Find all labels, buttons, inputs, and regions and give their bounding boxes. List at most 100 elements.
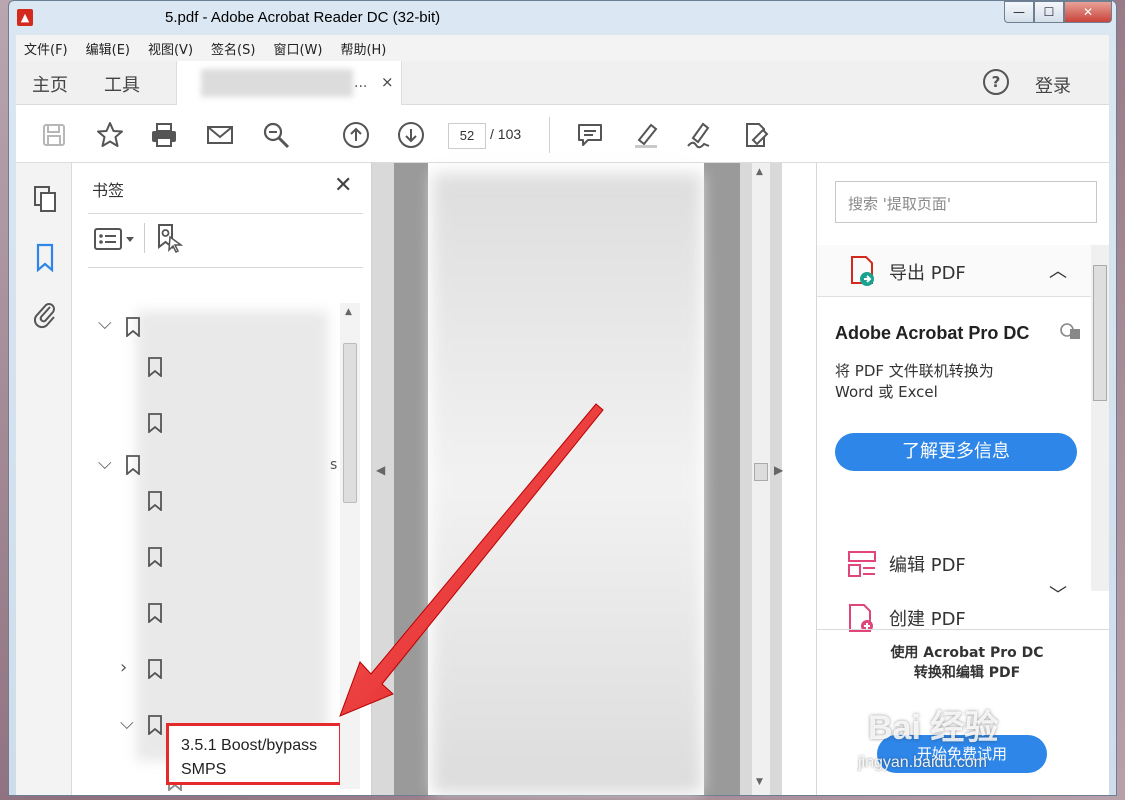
bookmark-flag-icon: [148, 357, 162, 377]
export-pdf-label: 导出 PDF: [889, 263, 966, 284]
close-window-button[interactable]: ✕: [1064, 1, 1112, 23]
scroll-thumb[interactable]: [754, 463, 768, 481]
toolbar-divider: [549, 117, 550, 153]
navigation-rail: [16, 163, 72, 795]
document-scrollbar[interactable]: ▲ ▼: [752, 163, 770, 795]
toolbar: 52 / 103: [16, 105, 1109, 163]
chevron-down-icon[interactable]: ⌵: [98, 313, 112, 334]
scroll-thumb[interactable]: [1093, 265, 1107, 401]
bookmark-partial-text: s: [330, 457, 338, 473]
new-bookmark-icon[interactable]: [154, 223, 184, 257]
sign-icon[interactable]: [684, 119, 716, 151]
bookmark-flag-icon: [148, 715, 162, 735]
edit-pdf-icon: [848, 551, 876, 577]
bookmark-label-line: 3.5.1 Boost/bypass: [181, 737, 318, 754]
divider: [144, 223, 145, 253]
scroll-up-arrow[interactable]: ▲: [345, 307, 352, 317]
save-icon[interactable]: [38, 119, 70, 151]
tab-document[interactable]: ... ×: [176, 61, 402, 105]
chevron-up-icon[interactable]: ︿: [1049, 257, 1067, 283]
page-thumbnails-icon[interactable]: [32, 185, 58, 215]
tab-tools[interactable]: 工具: [104, 71, 140, 97]
watermark: Bai 经验 jingyan.baidu.com: [854, 680, 1084, 790]
attachment-icon[interactable]: [32, 299, 58, 329]
title-bar: ▲ 5.pdf - Adobe Acrobat Reader DC (32-bi…: [9, 1, 1116, 35]
page-up-icon[interactable]: [340, 119, 372, 151]
menu-window[interactable]: 窗口(W): [273, 39, 322, 58]
pro-description-line: Word 或 Excel: [835, 383, 938, 401]
menu-file[interactable]: 文件(F): [24, 39, 68, 58]
page-total: / 103: [490, 126, 522, 142]
export-pdf-row[interactable]: 导出 PDF ︿: [817, 245, 1095, 297]
blurred-bookmark-text: [136, 311, 328, 761]
mail-icon[interactable]: [204, 119, 236, 151]
scroll-down-arrow[interactable]: ▼: [756, 777, 763, 787]
highlighted-bookmark-item[interactable]: 3.5.1 Boost/bypass SMPS: [166, 723, 342, 785]
zoom-icon[interactable]: [260, 119, 292, 151]
promo-text: 使用 Acrobat Pro DC 转换和编辑 PDF: [817, 643, 1117, 683]
divider: [817, 629, 1109, 630]
export-pdf-icon: [851, 256, 874, 286]
tab-close-button[interactable]: ×: [381, 73, 394, 91]
bookmark-options-icon[interactable]: [94, 227, 138, 255]
chevron-down-icon[interactable]: ﹀: [1049, 581, 1067, 607]
menu-view[interactable]: 视图(V): [148, 39, 193, 58]
tab-title-ellipsis: ...: [354, 75, 368, 91]
help-icon[interactable]: ?: [983, 69, 1009, 95]
pdf-icon: ▲: [17, 9, 33, 26]
document-view: ◀ ▲ ▼ ▶: [372, 163, 783, 795]
print-icon[interactable]: [148, 119, 180, 151]
bookmarks-scrollbar[interactable]: ▲: [340, 303, 360, 789]
bookmark-flag-icon: [148, 603, 162, 623]
window-title: 5.pdf - Adobe Acrobat Reader DC (32-bit): [165, 9, 441, 26]
create-pdf-label: 创建 PDF: [889, 609, 966, 630]
bookmark-flag-icon: [148, 413, 162, 433]
comment-icon[interactable]: [574, 119, 606, 151]
blurred-document-name: [201, 69, 353, 97]
menu-help[interactable]: 帮助(H): [340, 39, 386, 58]
bookmark-flag-icon: [148, 547, 162, 567]
window-controls: — ☐ ✕: [1004, 1, 1112, 23]
promo-line: 使用 Acrobat Pro DC: [890, 645, 1044, 661]
scroll-thumb[interactable]: [343, 343, 357, 503]
scroll-up-arrow[interactable]: ▲: [756, 167, 763, 177]
close-panel-button[interactable]: ✕: [334, 173, 352, 198]
divider: [88, 267, 363, 268]
pro-description-line: 将 PDF 文件联机转换为: [835, 362, 994, 380]
menu-bar: 文件(F) 编辑(E) 视图(V) 签名(S) 窗口(W) 帮助(H): [16, 35, 1109, 61]
watermark-logo: Bai 经验: [868, 709, 999, 747]
pro-description: 将 PDF 文件联机转换为 Word 或 Excel: [835, 361, 994, 403]
chevron-down-icon[interactable]: ⌵: [120, 713, 134, 734]
fill-sign-icon[interactable]: [740, 119, 772, 151]
bookmarks-panel: 书签 ✕ ⌵ ⌵ s › ⌵ 3.5.1 Boost/bypass SMPS ▲: [72, 163, 372, 795]
bookmark-flag-icon: [148, 491, 162, 511]
bookmark-label: 3.5.1 Boost/bypass SMPS: [181, 734, 317, 782]
chevron-right-icon[interactable]: ›: [120, 657, 127, 678]
acrobat-window: ▲ 5.pdf - Adobe Acrobat Reader DC (32-bi…: [8, 0, 1117, 796]
cloud-icon: [1060, 323, 1080, 339]
pro-title: Adobe Acrobat Pro DC: [835, 323, 1030, 343]
tab-home[interactable]: 主页: [32, 71, 68, 97]
signin-button[interactable]: 登录: [1035, 72, 1071, 98]
chevron-down-icon[interactable]: ⌵: [98, 453, 112, 474]
bookmark-flag-icon: [126, 317, 140, 337]
blurred-page-content: [432, 173, 702, 793]
page-down-icon[interactable]: [395, 119, 427, 151]
highlight-icon[interactable]: [630, 119, 662, 151]
page-number-input[interactable]: 52: [448, 123, 486, 149]
watermark-url: jingyan.baidu.com: [858, 754, 987, 771]
learn-more-button[interactable]: 了解更多信息: [835, 433, 1077, 471]
minimize-button[interactable]: —: [1004, 1, 1034, 23]
bookmark-icon[interactable]: [32, 243, 58, 273]
expand-right-pane-icon[interactable]: ▶: [774, 463, 783, 477]
search-input[interactable]: 搜索 '提取页面': [835, 181, 1097, 223]
tools-scrollbar[interactable]: [1091, 245, 1109, 591]
menu-sign[interactable]: 签名(S): [211, 39, 255, 58]
collapse-left-pane-icon[interactable]: ◀: [376, 463, 385, 477]
star-icon[interactable]: [94, 119, 126, 151]
maximize-button[interactable]: ☐: [1034, 1, 1064, 23]
bookmarks-title: 书签: [92, 181, 125, 200]
menu-edit[interactable]: 编辑(E): [86, 39, 130, 58]
bookmark-label-line: SMPS: [181, 761, 227, 778]
divider: [88, 213, 363, 214]
